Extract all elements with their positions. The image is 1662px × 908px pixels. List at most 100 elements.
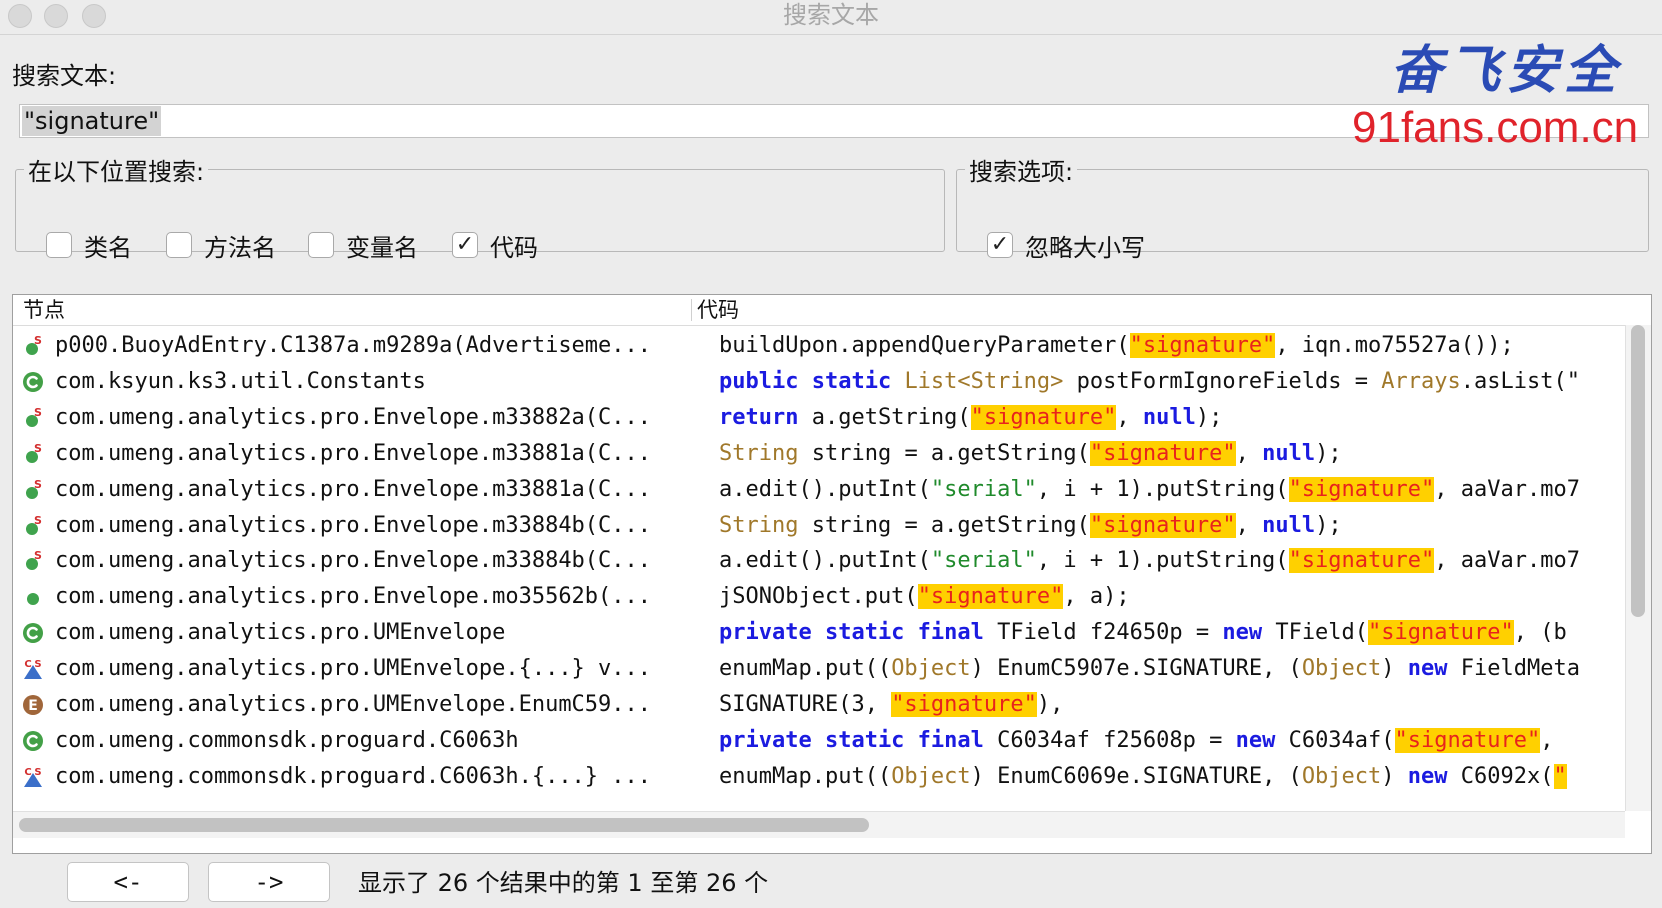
code-token: new	[1407, 656, 1448, 682]
code-token: String	[719, 512, 799, 538]
checkbox-box[interactable]	[46, 232, 72, 258]
search-location-group: 在以下位置搜索: 类名 方法名 变量名 ✓ 代码	[15, 152, 945, 262]
match-highlight: "signature"	[1368, 620, 1514, 646]
match-highlight: "signature"	[970, 404, 1117, 430]
checkbox-box[interactable]	[166, 232, 192, 258]
code-token: "serial"	[930, 548, 1037, 574]
table-row[interactable]: Sp000.BuoyAdEntry.C1387a.m9289a(Advertis…	[13, 327, 1625, 365]
code-token: String	[719, 440, 799, 466]
column-header-node[interactable]: 节点	[23, 295, 65, 325]
table-row[interactable]: C S com.umeng.commonsdk.proguard.C6063h.{.…	[13, 758, 1625, 796]
checkbox-ignore-case[interactable]: ✓ 忽略大小写	[987, 231, 1145, 262]
window-title: 搜索文本	[783, 1, 879, 29]
row-code-snippet: public static List<String> postFormIgnor…	[719, 363, 1625, 401]
code-token: Object	[891, 656, 971, 682]
code-token: SIGNATURE(3,	[719, 692, 892, 717]
code-token: );	[1315, 512, 1342, 538]
code-token: null	[1262, 440, 1316, 466]
horizontal-scrollbar[interactable]	[13, 811, 1625, 838]
code-token: ,	[1116, 404, 1143, 430]
code-token: , aaVar.mo7	[1434, 476, 1580, 502]
row-node-path: p000.BuoyAdEntry.C1387a.m9289a(Advertise…	[55, 333, 652, 358]
table-row[interactable]: Ecom.umeng.analytics.pro.UMEnvelope.Enum…	[13, 686, 1625, 724]
table-row[interactable]: Scom.umeng.analytics.pro.Envelope.m33881…	[13, 471, 1625, 509]
row-node-path: com.umeng.analytics.pro.Envelope.m33881a…	[55, 476, 652, 502]
checkbox-class-name[interactable]: 类名	[46, 231, 132, 262]
code-token: )	[1381, 656, 1408, 682]
row-node-path: com.umeng.analytics.pro.Envelope.m33882a…	[55, 404, 652, 430]
static-method-icon: S	[26, 406, 42, 427]
code-token: postFormIgnoreFields =	[1063, 368, 1382, 394]
column-header-code[interactable]: 代码	[697, 295, 739, 325]
watermark-url: 91fans.com.cn	[1352, 103, 1639, 152]
row-node-path: com.umeng.analytics.pro.UMEnvelope.EnumC…	[55, 692, 652, 717]
match-highlight: "	[1553, 763, 1567, 789]
table-row[interactable]: com.umeng.commonsdk.proguard.C6063h priva…	[13, 722, 1625, 760]
code-token: , i + 1).putString(	[1036, 476, 1289, 502]
code-token: ) EnumC5907e.SIGNATURE, (	[970, 656, 1302, 682]
table-row[interactable]: Scom.umeng.analytics.pro.Envelope.m33884…	[13, 507, 1625, 545]
code-token: List<String>	[904, 368, 1064, 394]
svg-text:S: S	[34, 406, 42, 419]
row-node-path: com.umeng.analytics.pro.UMEnvelope.{...}…	[55, 656, 652, 682]
checkbox-method-name[interactable]: 方法名	[166, 231, 276, 262]
prev-button[interactable]: <-	[67, 862, 189, 902]
results-header: 节点 代码	[13, 295, 1625, 326]
code-token: Object	[1301, 656, 1382, 682]
vertical-scrollbar[interactable]	[1625, 325, 1651, 811]
checkbox-label: 类名	[84, 233, 132, 262]
code-token: TField(	[1262, 620, 1369, 646]
checkbox-code[interactable]: ✓ 代码	[452, 231, 538, 262]
code-token: .asList("	[1460, 368, 1580, 394]
svg-text:S: S	[34, 514, 42, 527]
match-highlight: "signature"	[1129, 333, 1276, 358]
code-token: string = a.getString(	[798, 440, 1090, 466]
class-icon	[23, 371, 43, 392]
table-row[interactable]: Scom.umeng.analytics.pro.Envelope.m33882…	[13, 399, 1625, 437]
table-row[interactable]: Scom.umeng.analytics.pro.Envelope.m33881…	[13, 435, 1625, 473]
code-token: TField f24650p =	[983, 620, 1223, 646]
row-node-path: com.umeng.commonsdk.proguard.C6063h.{...…	[55, 763, 652, 789]
checkbox-box[interactable]	[308, 232, 334, 258]
table-row[interactable]: com.ksyun.ks3.util.Constants public stati…	[13, 363, 1625, 401]
match-highlight: "signature"	[1288, 548, 1435, 574]
svg-text:S: S	[34, 334, 42, 347]
code-token: string = a.getString(	[798, 512, 1090, 538]
code-token: a.edit().putInt(	[719, 548, 931, 574]
svg-text:S: S	[34, 549, 42, 562]
results-table: 节点 代码 Sp000.BuoyAdEntry.C1387a.m9289a(Ad…	[12, 294, 1652, 854]
search-label: 搜索文本:	[12, 62, 117, 90]
row-node-path: com.umeng.analytics.pro.Envelope.m33884b…	[55, 548, 652, 574]
row-node-path: com.umeng.analytics.pro.UMEnvelope	[55, 620, 506, 646]
vertical-scroll-thumb[interactable]	[1631, 325, 1645, 617]
code-token: , a);	[1063, 584, 1130, 610]
svg-text:E: E	[28, 698, 38, 714]
column-divider[interactable]	[691, 299, 692, 321]
search-location-legend: 在以下位置搜索:	[28, 158, 205, 186]
checkbox-box[interactable]: ✓	[987, 232, 1013, 258]
next-button[interactable]: ->	[208, 862, 330, 902]
code-token: , aaVar.mo7	[1434, 548, 1580, 574]
result-status: 显示了 26 个结果中的第 1 至第 26 个	[358, 869, 769, 897]
table-row[interactable]: Scom.umeng.analytics.pro.Envelope.m33884…	[13, 542, 1625, 580]
checkbox-variable-name[interactable]: 变量名	[308, 231, 418, 262]
match-highlight: "signature"	[1089, 440, 1236, 466]
code-token: FieldMeta	[1447, 656, 1580, 682]
code-token: Arrays	[1381, 368, 1461, 394]
table-row[interactable]: com.umeng.analytics.pro.UMEnvelope privat…	[13, 614, 1625, 652]
code-token: enumMap.put((	[719, 763, 892, 789]
static-method-icon: S	[26, 478, 42, 499]
horizontal-scroll-thumb[interactable]	[19, 818, 869, 832]
row-node-path: com.umeng.analytics.pro.Envelope.mo35562…	[55, 584, 652, 610]
row-node-path: com.umeng.commonsdk.proguard.C6063h	[55, 727, 519, 753]
static-method-icon: S	[26, 442, 42, 463]
table-row[interactable]: com.umeng.analytics.pro.Envelope.mo35562…	[13, 578, 1625, 616]
table-row[interactable]: C Scom.umeng.analytics.pro.UMEnvelope.{..…	[13, 650, 1625, 688]
code-token: )	[1381, 763, 1408, 789]
code-token: new	[1235, 727, 1276, 753]
checkbox-box[interactable]: ✓	[452, 232, 478, 258]
row-code-snippet: String string = a.getString("signature",…	[719, 435, 1625, 473]
static-constructor-icon: CS	[24, 767, 42, 787]
code-token: buildUpon.appendQueryParameter(	[719, 333, 1130, 358]
code-token: ),	[1036, 692, 1064, 717]
